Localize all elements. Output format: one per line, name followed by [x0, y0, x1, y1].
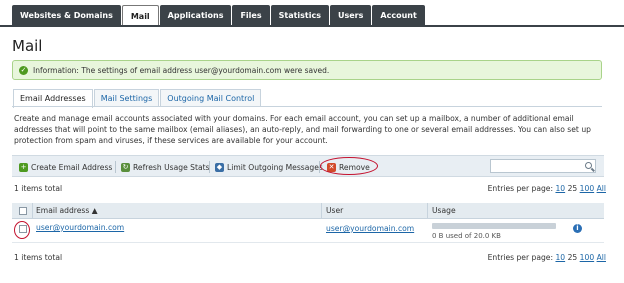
toolbar-separator: [319, 161, 320, 173]
entries-per-page-top: Entries per page: 10 25 100 All: [488, 184, 606, 193]
add-mail-icon: +: [19, 162, 28, 172]
page-size-25: 25: [567, 184, 578, 193]
email-table: Email address ▲ User Usage user@yourdoma…: [12, 203, 604, 243]
refresh-usage-stats-button[interactable]: ↻ Refresh Usage Stats: [121, 161, 210, 173]
table-header: Email address ▲ User Usage: [12, 203, 604, 219]
tab-mail-settings[interactable]: Mail Settings: [93, 89, 160, 107]
sub-tabs-divider: [12, 106, 602, 107]
info-icon[interactable]: i: [573, 224, 582, 233]
page-size-25: 25: [567, 253, 578, 262]
tab-websites-domains[interactable]: Websites & Domains: [12, 5, 121, 26]
user-link[interactable]: user@yourdomain.com: [326, 224, 414, 233]
tab-applications[interactable]: Applications: [159, 5, 232, 26]
table-row: user@yourdomain.com user@yourdomain.com …: [12, 219, 604, 243]
entries-per-page-label: Entries per page:: [487, 184, 554, 193]
page-size-100[interactable]: 100: [580, 253, 595, 262]
tab-statistics[interactable]: Statistics: [270, 5, 329, 26]
toolbar-separator: [115, 161, 116, 173]
entries-per-page-bottom: Entries per page: 10 25 100 All: [488, 253, 606, 262]
page-size-10[interactable]: 10: [555, 253, 565, 262]
column-email-address[interactable]: Email address ▲: [36, 206, 98, 215]
create-email-address-label: Create Email Address: [31, 162, 113, 172]
top-navigation: Websites & Domains Mail Applications Fil…: [0, 0, 624, 27]
remove-x-icon: ✕: [327, 162, 336, 172]
column-usage: Usage: [432, 206, 456, 215]
success-message: ✓ Information: The settings of email add…: [12, 60, 602, 80]
limit-outgoing-messages-label: Limit Outgoing Messages: [227, 162, 323, 172]
create-email-address-button[interactable]: + Create Email Address: [19, 161, 112, 173]
top-tabs: Websites & Domains Mail Applications Fil…: [12, 5, 425, 26]
success-message-text: Information: The settings of email addre…: [33, 66, 330, 75]
column-separator: [321, 203, 322, 219]
page-size-10[interactable]: 10: [555, 184, 565, 193]
shield-icon: ◆: [215, 162, 224, 172]
page-size-100[interactable]: 100: [580, 184, 595, 193]
page-size-all[interactable]: All: [597, 253, 606, 262]
check-icon: ✓: [19, 66, 28, 75]
refresh-icon: ↻: [121, 162, 130, 172]
tab-outgoing-mail-control[interactable]: Outgoing Mail Control: [160, 89, 262, 107]
tab-mail[interactable]: Mail: [121, 5, 159, 26]
row-checkbox[interactable]: [19, 225, 27, 233]
page-size-all[interactable]: All: [597, 184, 606, 193]
page-description: Create and manage email accounts associa…: [14, 114, 591, 145]
page-title: Mail: [12, 37, 43, 55]
select-all-checkbox[interactable]: [19, 207, 27, 215]
tab-account[interactable]: Account: [372, 5, 425, 26]
sub-tabs: Email Addresses Mail Settings Outgoing M…: [13, 89, 262, 108]
column-separator: [32, 203, 33, 219]
refresh-usage-stats-label: Refresh Usage Stats: [133, 162, 210, 172]
usage-text: 0 B used of 20.0 KB: [432, 232, 501, 240]
search-icon[interactable]: [585, 162, 592, 169]
column-user: User: [326, 206, 344, 215]
tab-users[interactable]: Users: [330, 5, 372, 26]
limit-outgoing-messages-button[interactable]: ◆ Limit Outgoing Messages: [215, 161, 323, 173]
toolbar-separator: [209, 161, 210, 173]
toolbar: + Create Email Address ↻ Refresh Usage S…: [12, 155, 604, 177]
usage-progress-bar: [432, 223, 556, 229]
tab-files[interactable]: Files: [232, 5, 270, 26]
items-total-bottom: 1 items total: [14, 253, 63, 262]
items-total-top: 1 items total: [14, 184, 63, 193]
email-address-link[interactable]: user@yourdomain.com: [36, 223, 124, 232]
entries-per-page-label: Entries per page:: [487, 253, 554, 262]
search-box[interactable]: [490, 159, 596, 173]
column-separator: [427, 203, 428, 219]
top-tabs-underline: [0, 25, 624, 27]
remove-button[interactable]: ✕ Remove: [327, 161, 370, 173]
remove-label: Remove: [339, 162, 370, 172]
